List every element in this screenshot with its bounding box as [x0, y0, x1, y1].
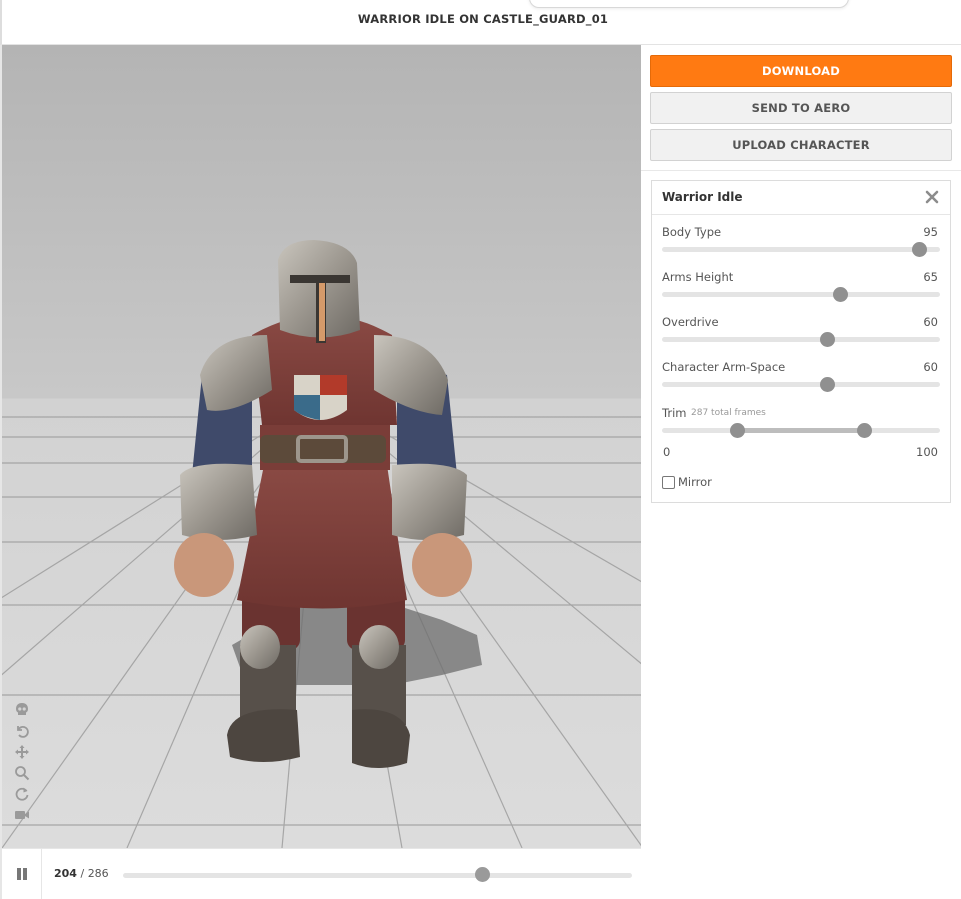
trim-min-label: 0	[663, 445, 671, 459]
undo-icon[interactable]	[14, 723, 30, 739]
slider-thumb[interactable]	[819, 377, 835, 392]
slider-track[interactable]	[662, 382, 940, 387]
viewport-toolbar	[14, 702, 32, 828]
param-label: Body Type	[662, 225, 722, 239]
mirror-option[interactable]: Mirror	[662, 474, 712, 490]
slider-thumb[interactable]	[819, 332, 835, 347]
close-icon[interactable]	[925, 190, 939, 204]
3d-viewport[interactable]	[0, 45, 641, 848]
param-value: 65	[923, 270, 938, 284]
frame-separator: /	[80, 867, 85, 880]
mirror-checkbox[interactable]	[662, 475, 675, 489]
top-header: WARRIOR IDLE ON CASTLE_GUARD_01	[0, 0, 961, 45]
slider-track[interactable]	[662, 292, 940, 297]
param-label: Overdrive	[662, 315, 719, 329]
current-frame: 204	[54, 867, 77, 880]
timeline-bar: 204 / 286	[0, 848, 641, 899]
download-button[interactable]: DOWNLOAD	[650, 55, 952, 87]
frame-counter: 204 / 286	[54, 867, 109, 880]
total-frames: 286	[87, 867, 109, 880]
trim-max-label: 100	[916, 445, 938, 459]
scene-render	[2, 45, 641, 848]
mirror-label: Mirror	[678, 475, 712, 489]
param-overdrive: Overdrive 60	[662, 315, 940, 355]
trim-end-thumb[interactable]	[856, 423, 872, 438]
param-arms-height: Arms Height 65	[662, 270, 940, 310]
panel-header: Warrior Idle	[652, 181, 950, 215]
slider-thumb[interactable]	[911, 242, 927, 257]
trim-selected-range	[737, 428, 865, 433]
param-value: 60	[923, 315, 938, 329]
param-character-arm-space: Character Arm-Space 60	[662, 360, 940, 400]
trim-label: Trim	[662, 406, 687, 420]
slider-thumb[interactable]	[832, 287, 848, 302]
timeline-scrubber-thumb[interactable]	[475, 867, 491, 882]
trim-frame-count: 287 total frames	[691, 408, 766, 418]
pause-icon	[16, 868, 27, 880]
divider	[641, 170, 961, 171]
zoom-icon[interactable]	[14, 765, 30, 781]
param-label: Character Arm-Space	[662, 360, 786, 374]
send-to-aero-button[interactable]: SEND TO AERO	[650, 92, 952, 124]
param-body-type: Body Type 95	[662, 225, 940, 265]
rotate-icon[interactable]	[14, 786, 30, 802]
panel-title: Warrior Idle	[662, 190, 743, 204]
slider-track[interactable]	[662, 247, 940, 252]
move-icon[interactable]	[14, 744, 30, 760]
animation-settings-panel: Warrior Idle Body Type 95 Arms Height 65…	[651, 180, 951, 503]
param-value: 95	[923, 225, 938, 239]
search-dropdown-edge[interactable]	[529, 0, 849, 8]
upload-character-button[interactable]: UPLOAD CHARACTER	[650, 129, 952, 161]
camera-icon[interactable]	[14, 807, 30, 823]
trim-control: Trim 287 total frames 0 100	[662, 406, 940, 466]
trim-start-thumb[interactable]	[730, 423, 746, 438]
skull-icon[interactable]	[14, 702, 30, 718]
timeline-scrubber-track[interactable]	[123, 873, 632, 878]
param-label: Arms Height	[662, 270, 734, 284]
param-value: 60	[923, 360, 938, 374]
page-title: WARRIOR IDLE ON CASTLE_GUARD_01	[357, 12, 609, 26]
pause-button[interactable]	[2, 849, 42, 899]
slider-track[interactable]	[662, 337, 940, 342]
